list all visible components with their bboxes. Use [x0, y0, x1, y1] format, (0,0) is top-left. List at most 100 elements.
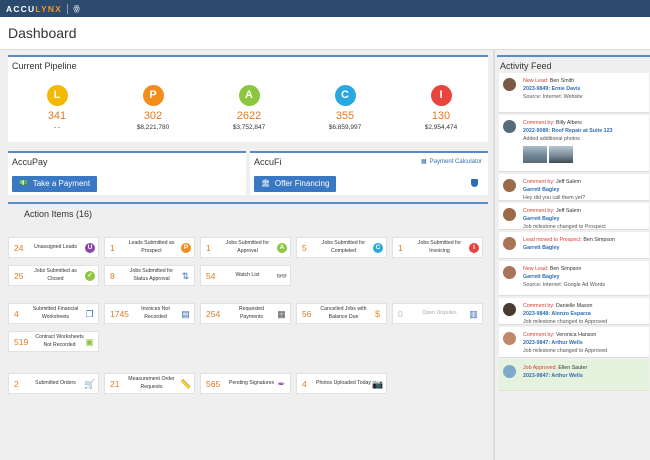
feed-entry-link[interactable]: 2022-9089: Roof Repair at Suite 123	[523, 127, 647, 135]
pipeline-stage-p[interactable]: P 302 $8,221,780	[113, 85, 193, 131]
cart-icon: 🛒	[84, 379, 96, 389]
accculynx-logo[interactable]: ACCULYNX	[6, 4, 62, 14]
feed-entry-description: Hey did you call them yet?	[523, 195, 586, 202]
check-circle-icon: ✓	[85, 271, 95, 281]
binoculars-icon: 👓	[276, 271, 288, 281]
feed-entry-link[interactable]: Garrett Bagley	[523, 273, 647, 281]
action-item-card[interactable]: 1745 Invoices Not Recorded ▤	[104, 303, 195, 324]
feed-entry-person: Billy Albers	[555, 120, 582, 126]
action-item-card[interactable]: 54 Watch List 👓	[200, 265, 291, 286]
letter-a-icon: A	[277, 243, 287, 253]
feed-entry[interactable]: New Lead: Ben Smith 2023-9849: Ernie Davi…	[499, 73, 649, 113]
page-header: Dashboard	[0, 17, 650, 50]
stage-count: 2622	[236, 110, 262, 122]
action-item-count: 4	[302, 379, 307, 389]
page-title: Dashboard	[8, 25, 77, 41]
feed-entry-description: Source: Internet: Website	[523, 94, 583, 101]
feed-entry-link[interactable]: 2023-9847: Arthur Wells	[523, 339, 647, 347]
action-item-card[interactable]: 5 Jobs Submitted for Completed C	[296, 237, 387, 258]
feed-entry-description: Job milestone changed to Approved	[523, 348, 608, 355]
feed-entry[interactable]: Comment by: Danielle Mason 2023-9848: Alo…	[499, 298, 649, 325]
avatar	[503, 120, 516, 133]
top-nav-bar: ACCULYNX ꙮ	[0, 0, 650, 17]
calculator-icon: ▦	[420, 159, 427, 165]
letter-p-icon: P	[181, 243, 191, 253]
dollar-icon: $	[374, 309, 380, 319]
owl-icon[interactable]: ꙮ	[73, 4, 80, 13]
pipeline-stage-c[interactable]: C 355 $6,859,997	[305, 85, 385, 131]
letter-c-icon: C	[373, 243, 383, 253]
feed-entry[interactable]: Job Approved: Ellen Sauter 2023-9847: Art…	[499, 360, 649, 391]
feed-entry-person: Ben Smith	[549, 78, 575, 84]
action-item-count: 21	[110, 379, 120, 389]
action-item-card[interactable]: 4 Photos Uploaded Today 📷	[296, 373, 387, 394]
stage-amount: $2,954,474	[424, 124, 458, 131]
feed-entry-link[interactable]: Garrett Bagley	[523, 244, 647, 252]
feed-entry-person: Danielle Mason	[555, 303, 593, 309]
feed-entry-person: Veronica Hanson	[555, 332, 597, 338]
feed-entry[interactable]: Comment by: Jeff Salem Garrett Bagley Hey …	[499, 174, 649, 201]
action-item-label: Jobs Submitted for Approval	[225, 240, 270, 254]
feed-entry-link[interactable]: Garrett Bagley	[523, 186, 647, 194]
shield-icon	[471, 179, 478, 187]
pipeline-stage-i[interactable]: I 130 $2,954,474	[401, 85, 481, 131]
photo-thumbnail[interactable]	[549, 146, 573, 163]
action-item-card[interactable]: 21 Measurement Order Requests 📏	[104, 373, 195, 394]
action-item-card[interactable]: 1 Jobs Submitted for Approval A	[200, 237, 291, 258]
action-item-count: 519	[14, 337, 29, 347]
action-item-label: Invoices Not Recorded	[141, 306, 170, 320]
feed-entry[interactable]: Lead moved to Prospect: Ben Simpson Garre…	[499, 232, 649, 259]
action-item-card[interactable]: 1 Leads Submitted as Prospect P	[104, 237, 195, 258]
action-item-card[interactable]: 8 Jobs Submitted for Status Approval ⇅	[104, 265, 195, 286]
action-item-label: Photos Uploaded Today	[316, 379, 371, 386]
stage-count: 341	[47, 110, 67, 122]
feed-entry[interactable]: Comment by: Veronica Hanson 2023-9847: Ar…	[499, 327, 649, 358]
action-item-card[interactable]: 1 Jobs Submitted for Invoicing I	[392, 237, 483, 258]
avatar	[503, 332, 516, 345]
action-item-card[interactable]: 4 Submitted Financial Worksheets ❐	[8, 303, 99, 324]
action-item-count: 24	[14, 243, 24, 253]
action-item-count: 5	[302, 243, 307, 253]
action-item-card[interactable]: 25 Jobs Submitted as Closed ✓	[8, 265, 99, 286]
feed-entry-type: New Lead:	[523, 78, 549, 84]
feed-entry[interactable]: New Lead: Ben Simpson Garrett Bagley Sourc…	[499, 261, 649, 296]
feed-entry-person: Jeff Salem	[555, 179, 581, 185]
avatar	[503, 303, 516, 316]
action-item-count: 0	[398, 309, 403, 319]
payment-calculator-link[interactable]: ▦ Payment Calculator	[420, 158, 482, 166]
action-item-card[interactable]: 24 Unassigned Leads U	[8, 237, 99, 258]
feed-entry-link[interactable]: Garrett Bagley	[523, 215, 647, 223]
take-payment-button[interactable]: 💵 Take a Payment	[12, 176, 98, 192]
action-item-card[interactable]: 565 Pending Signatures ✒	[200, 373, 291, 394]
action-item-count: 4	[14, 309, 19, 319]
document-icon: ▤	[181, 309, 190, 319]
feed-entry[interactable]: Comment by: Jeff Salem Garrett Bagley Job …	[499, 203, 649, 230]
stage-c-icon: C	[334, 85, 356, 106]
avatar	[503, 266, 516, 279]
photo-thumbnail[interactable]	[523, 146, 547, 163]
feed-entry-link[interactable]: 2023-9849: Ernie Davis	[523, 85, 647, 93]
action-item-card[interactable]: 0 Open Disputes ▥	[392, 303, 483, 324]
action-item-label: Cancelled Jobs with Balance Due	[320, 306, 367, 320]
pen-icon: ✒	[277, 379, 286, 389]
action-item-label: Jobs Submitted for Invoicing	[417, 240, 462, 254]
action-item-card[interactable]: 519 Contract Worksheets Not Recorded ▣	[8, 331, 99, 352]
offer-financing-label: Offer Financing	[274, 179, 330, 188]
action-item-count: 25	[14, 271, 24, 281]
action-item-card[interactable]: 2 Submitted Orders 🛒	[8, 373, 99, 394]
action-item-card[interactable]: 56 Cancelled Jobs with Balance Due $	[296, 303, 387, 324]
feed-entry-link[interactable]: 2023-9848: Alonzo Esparza	[523, 310, 647, 318]
feed-divider	[493, 50, 495, 460]
action-item-label: Contract Worksheets Not Recorded	[35, 334, 84, 348]
action-item-card[interactable]: 254 Requested Payments ▦	[200, 303, 291, 324]
pipeline-stage-l[interactable]: L 341 - -	[17, 85, 97, 131]
action-item-count: 565	[206, 379, 221, 389]
feed-entry-link[interactable]: 2023-9847: Arthur Wells	[523, 372, 647, 380]
pipeline-stage-a[interactable]: A 2622 $3,752,847	[209, 85, 289, 131]
feed-entry-type: Lead moved to Prospect:	[523, 237, 582, 243]
action-item-label: Submitted Financial Worksheets	[32, 306, 79, 320]
feed-entry[interactable]: Comment by: Billy Albers 2022-9089: Roof …	[499, 115, 649, 172]
stage-p-icon: P	[142, 85, 164, 106]
action-item-count: 1	[110, 243, 115, 253]
offer-financing-button[interactable]: 🏛 Offer Financing	[254, 176, 337, 192]
